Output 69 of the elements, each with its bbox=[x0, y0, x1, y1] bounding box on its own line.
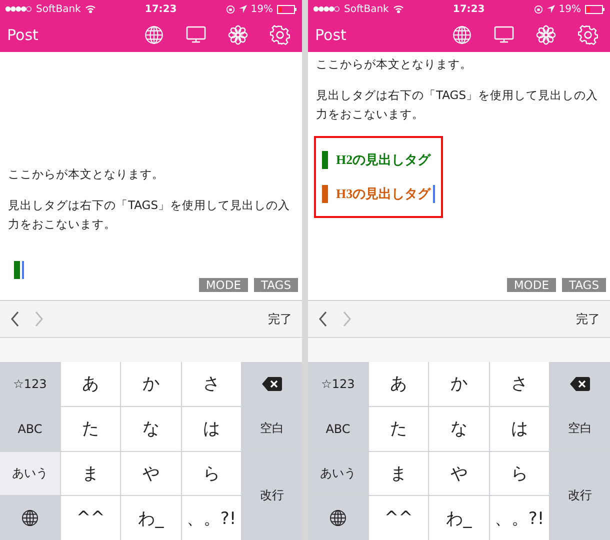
keyboard-key[interactable]: な bbox=[429, 406, 489, 450]
back-icon[interactable] bbox=[318, 311, 328, 327]
monitor-icon[interactable] bbox=[494, 26, 514, 44]
wifi-icon bbox=[392, 5, 404, 13]
keyboard-key[interactable]: や bbox=[121, 452, 181, 496]
screen-title: Post bbox=[7, 26, 40, 44]
keyboard-key[interactable]: た bbox=[369, 406, 428, 450]
keyboard-key[interactable]: 、。?! bbox=[490, 496, 549, 540]
keyboard-key[interactable]: さ bbox=[490, 362, 549, 406]
keyboard-key[interactable]: あいう bbox=[0, 452, 60, 496]
tool-button[interactable]: MODE bbox=[198, 278, 248, 292]
battery-percent: 19% bbox=[558, 4, 581, 14]
keyboard-key[interactable]: は bbox=[490, 406, 549, 450]
tool-button[interactable]: TAGS bbox=[254, 278, 298, 292]
flower-icon[interactable] bbox=[228, 25, 248, 45]
body-paragraph: 見出しタグは右下の「TAGS」を使用して見出しの入力をおこないます。 bbox=[8, 197, 292, 233]
monitor-icon[interactable] bbox=[186, 26, 206, 44]
battery-percent: 19% bbox=[250, 4, 273, 14]
delete-icon bbox=[570, 376, 590, 391]
done-button[interactable]: 完了 bbox=[576, 310, 600, 328]
signal-icon bbox=[313, 6, 340, 12]
keyboard-key[interactable]: わ_ bbox=[429, 496, 489, 540]
carrier-name: SoftBank bbox=[344, 4, 389, 14]
keyboard-key[interactable]: わ_ bbox=[121, 496, 181, 540]
globe-icon[interactable] bbox=[21, 509, 39, 528]
heading-text: H3の見出しタグ bbox=[336, 185, 431, 203]
keyboard-key[interactable]: あ bbox=[369, 362, 428, 406]
keyboard-key[interactable]: た bbox=[61, 406, 120, 450]
keyboard-key[interactable]: や bbox=[429, 452, 489, 496]
status-time: 17:23 bbox=[144, 4, 178, 14]
keyboard-key[interactable]: ま bbox=[61, 452, 120, 496]
keyboard-key[interactable]: 、。?! bbox=[182, 496, 241, 540]
keyboard-key[interactable]: か bbox=[429, 362, 489, 406]
back-icon[interactable] bbox=[10, 311, 20, 327]
editor-area[interactable]: ここからが本文となります。 見出しタグは右下の「TAGS」を使用して見出しの入力をおこないます。 MODE TAGS bbox=[0, 52, 302, 300]
keyboard-key[interactable]: ら bbox=[490, 452, 549, 496]
location-icon bbox=[238, 5, 247, 13]
battery-icon bbox=[585, 4, 605, 14]
body-paragraph: ここからが本文となります。 bbox=[8, 166, 165, 183]
signal-icon bbox=[5, 6, 32, 12]
location-icon bbox=[546, 5, 555, 13]
battery-icon bbox=[277, 4, 297, 14]
keyboard-key[interactable]: な bbox=[121, 406, 181, 450]
globe-icon[interactable] bbox=[329, 509, 347, 528]
keyboard-key[interactable]: ^^ bbox=[61, 496, 120, 540]
rotation-lock-icon bbox=[226, 4, 235, 14]
keyboard-key[interactable]: は bbox=[182, 406, 241, 450]
settings-icon[interactable] bbox=[578, 25, 598, 45]
flower-icon[interactable] bbox=[536, 25, 556, 45]
keyboard-key[interactable]: ま bbox=[369, 452, 428, 496]
body-paragraph: ここからが本文となります。 bbox=[316, 56, 473, 73]
wifi-icon bbox=[84, 5, 96, 13]
editor-area[interactable]: ここからが本文となります。 見出しタグは右下の「TAGS」を使用して見出しの入力をおこないます。 H2の見出しタグ H3の見出しタグ MODE TAGS bbox=[308, 52, 610, 300]
body-paragraph: 見出しタグは右下の「TAGS」を使用して見出しの入力をおこないます。 bbox=[316, 87, 600, 123]
screen-title: Post bbox=[315, 26, 348, 44]
tool-button[interactable]: MODE bbox=[506, 278, 556, 292]
heading-text: H2の見出しタグ bbox=[336, 151, 431, 169]
tool-button[interactable]: TAGS bbox=[562, 278, 606, 292]
delete-icon bbox=[262, 376, 282, 391]
done-button[interactable]: 完了 bbox=[268, 310, 292, 328]
rotation-lock-icon bbox=[534, 4, 543, 14]
carrier-name: SoftBank bbox=[36, 4, 81, 14]
keyboard-key[interactable]: ^^ bbox=[369, 496, 428, 540]
keyboard-key[interactable]: さ bbox=[182, 362, 241, 406]
status-time: 17:23 bbox=[452, 4, 486, 14]
keyboard-key[interactable]: ら bbox=[182, 452, 241, 496]
keyboard-key[interactable]: か bbox=[121, 362, 181, 406]
keyboard-key[interactable]: あ bbox=[61, 362, 120, 406]
settings-icon[interactable] bbox=[270, 25, 290, 45]
